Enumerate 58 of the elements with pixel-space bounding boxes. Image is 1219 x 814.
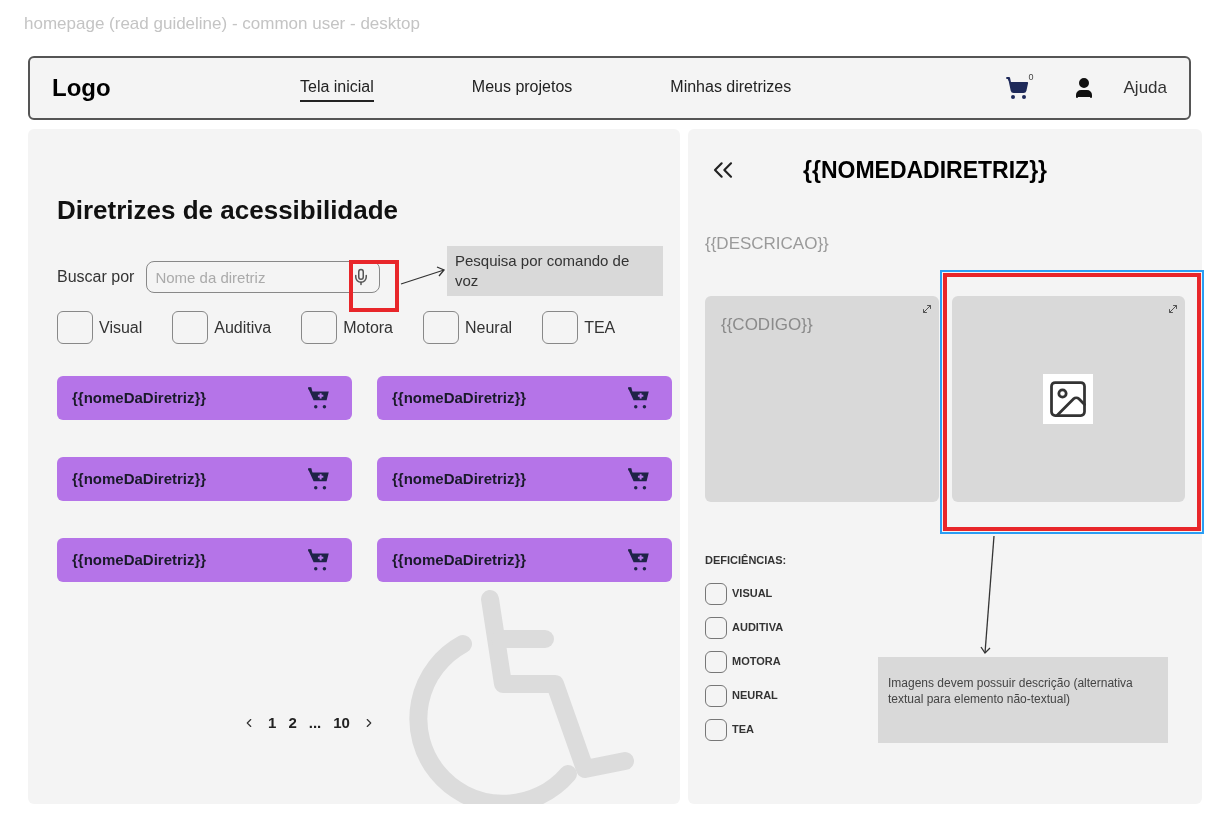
search-label: Buscar por bbox=[57, 267, 135, 287]
guideline-card[interactable]: {{nomeDaDiretriz}} bbox=[377, 538, 672, 582]
deficiency-checkbox[interactable] bbox=[705, 718, 727, 741]
cart-count: 0 bbox=[1028, 71, 1034, 85]
help-link[interactable]: Ajuda bbox=[1123, 75, 1167, 101]
annotation-arrow bbox=[400, 266, 446, 285]
code-block: {{CODIGO}} bbox=[705, 296, 939, 502]
frame-title: homepage (read guideline) - common user - desktop bbox=[24, 14, 420, 33]
page-link[interactable]: 10 bbox=[333, 712, 350, 735]
deficiency-checkbox[interactable] bbox=[705, 582, 727, 605]
expand-icon[interactable] bbox=[920, 303, 933, 315]
page-heading: Diretrizes de acessibilidade bbox=[57, 194, 400, 227]
guideline-card[interactable]: {{nomeDaDiretriz}} bbox=[377, 376, 672, 420]
filter-checkbox[interactable] bbox=[542, 311, 579, 344]
guideline-title: {{NOMEDADIRETRIZ}} bbox=[803, 156, 1048, 185]
deficiency-label: MOTORA bbox=[732, 654, 781, 670]
highlight-frame bbox=[349, 260, 399, 312]
deficiency-label: VISUAL bbox=[732, 586, 773, 602]
filter-label: Motora bbox=[343, 317, 393, 338]
filter-checkbox[interactable] bbox=[57, 311, 93, 344]
page-link[interactable]: ... bbox=[308, 712, 322, 735]
page-link[interactable]: 1 bbox=[268, 712, 277, 735]
annotation-note: Imagens devem possuir descrição (alternativa textual para elemento não-textual) bbox=[878, 657, 1168, 743]
guideline-name: {{nomeDaDiretriz}} bbox=[72, 549, 207, 570]
guideline-card[interactable]: {{nomeDaDiretriz}} bbox=[57, 376, 352, 420]
guideline-name: {{nomeDaDiretriz}} bbox=[72, 387, 207, 408]
nav-link[interactable]: Meus projetos bbox=[471, 74, 573, 102]
deficiencies-heading: DEFICIÊNCIAS: bbox=[705, 553, 788, 568]
image-icon bbox=[1043, 374, 1094, 424]
guideline-card[interactable]: {{nomeDaDiretriz}} bbox=[57, 457, 352, 501]
filter-checkbox[interactable] bbox=[423, 311, 459, 344]
filter-label: Auditiva bbox=[214, 317, 272, 338]
annotation-note: Pesquisa por comando de voz bbox=[447, 246, 663, 296]
deficiency-checkbox[interactable] bbox=[705, 650, 727, 673]
guideline-name: {{nomeDaDiretriz}} bbox=[392, 549, 527, 570]
guideline-name: {{nomeDaDiretriz}} bbox=[392, 468, 527, 489]
page-link[interactable]: 2 bbox=[288, 712, 297, 735]
deficiency-label: NEURAL bbox=[732, 688, 778, 704]
nav-link[interactable]: Minhas diretrizes bbox=[670, 74, 792, 102]
deficiency-label: AUDITIVA bbox=[732, 620, 784, 636]
cart-icon[interactable] bbox=[1004, 76, 1029, 100]
deficiency-checkbox[interactable] bbox=[705, 684, 727, 707]
guideline-card[interactable]: {{nomeDaDiretriz}} bbox=[377, 457, 672, 501]
filter-label: TEA bbox=[584, 317, 616, 338]
guideline-card[interactable]: {{nomeDaDiretriz}} bbox=[57, 538, 352, 582]
filter-checkbox[interactable] bbox=[301, 311, 338, 344]
expand-icon[interactable] bbox=[1167, 303, 1179, 315]
deficiency-label: TEA bbox=[732, 722, 754, 738]
guideline-description: {{DESCRICAO}} bbox=[705, 232, 830, 255]
search-field[interactable]: Nome da diretriz bbox=[146, 261, 381, 293]
nav-link[interactable]: Tela inicial bbox=[300, 74, 374, 102]
filter-label: Neural bbox=[465, 317, 513, 338]
logo[interactable]: Logo bbox=[52, 70, 300, 106]
filter-checkbox[interactable] bbox=[172, 311, 209, 344]
guideline-name: {{nomeDaDiretriz}} bbox=[72, 468, 207, 489]
filter-label: Visual bbox=[99, 317, 143, 338]
deficiency-checkbox[interactable] bbox=[705, 616, 727, 639]
guideline-name: {{nomeDaDiretriz}} bbox=[392, 387, 527, 408]
